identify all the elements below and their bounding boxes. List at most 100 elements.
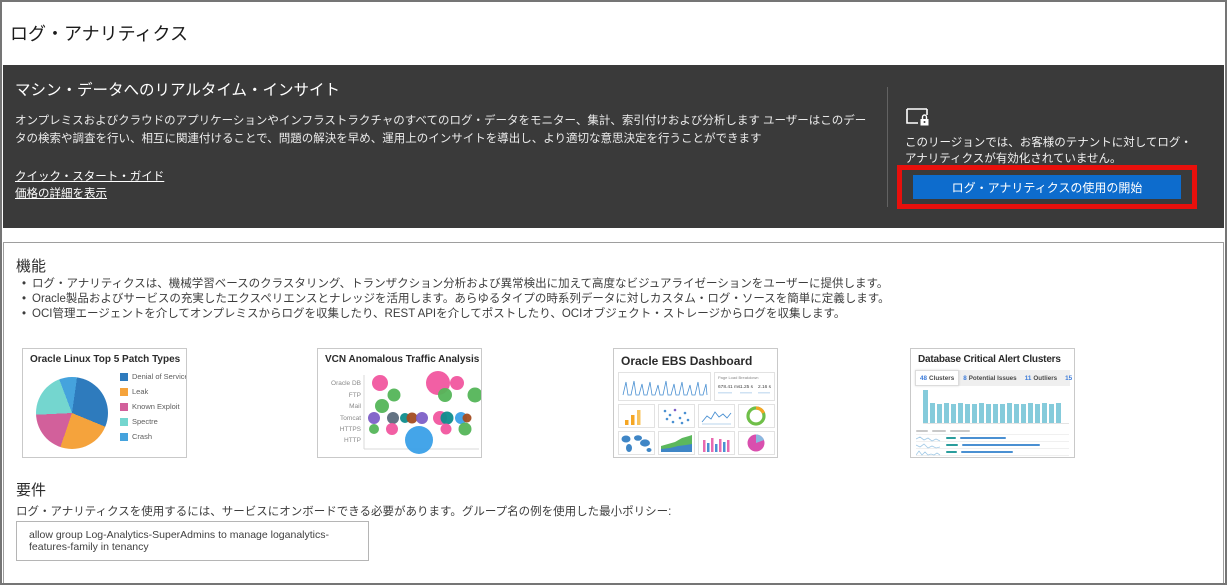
thumbnail-vcn-traffic: VCN Anomalous Traffic Analysis Oracle DB… [317,348,482,458]
cluster-bar [944,403,949,423]
traffic-bubble [368,412,380,424]
feature-bullet: Oracle製品およびサービスの充実したエクスペリエンスとナレッジを活用します。… [20,292,890,307]
cluster-bar [923,390,928,423]
traffic-bubble [386,423,398,435]
cluster-bar [930,403,935,423]
cluster-sparkline [916,449,942,456]
clusters-title: Database Critical Alert Clusters [918,354,1061,365]
traffic-bubble [388,389,401,402]
bubble-axis-label: FTP [349,392,361,399]
pricing-details-link[interactable]: 価格の詳細を表示 [15,187,107,202]
ebs-dashboard-title: Oracle EBS Dashboard [621,354,752,368]
stat-chip-outliers: 11Outliers [1021,370,1061,386]
cluster-bar [965,404,970,423]
cluster-sparkline [916,442,942,449]
cluster-bar [972,404,977,423]
pie-legend: Denial of Service Leak Known Exploit Spe… [120,372,187,447]
bubble-axis-label: Oracle DB [331,380,361,387]
cluster-bar [1028,403,1033,423]
legend-label: Crash [132,432,152,441]
content-panel: 機能 ログ・アナリティクスは、機械学習ベースのクラスタリング、トランザクション分… [3,242,1224,585]
bubble-axis-label: HTTP [344,437,361,444]
traffic-bubble [450,376,464,390]
traffic-bubble [441,424,452,435]
traffic-bubble [387,412,399,424]
cluster-bar [1000,404,1005,423]
thumbnail-ebs-dashboard: Oracle EBS Dashboard Page Load Breakdown… [613,348,778,458]
ebs-mosaic: Page Load Breakdown 678.41 ms 1.25 s 2.1… [618,372,775,456]
cluster-bar [937,404,942,423]
thumbnail-alert-clusters: Database Critical Alert Clusters 48Clust… [910,348,1075,458]
cluster-bar [1007,403,1012,423]
feature-list: ログ・アナリティクスは、機械学習ベースのクラスタリング、トランザクション分析およ… [20,277,890,322]
traffic-bubble [416,412,428,424]
ebs-stat-value: 678.41 ms [718,384,741,390]
legend-item: Known Exploit [120,402,187,411]
banner-heading: マシン・データへのリアルタイム・インサイト [15,78,867,100]
legend-label: Spectre [132,417,158,426]
clusters-bars [923,390,1069,424]
policy-box: allow group Log-Analytics-SuperAdmins to… [16,521,369,561]
cluster-bar [986,404,991,423]
cluster-bar [1049,404,1054,423]
stat-chip-trends: 15Trends [1061,370,1075,386]
page-title: ログ・アナリティクス [10,20,188,46]
traffic-bubble [407,413,418,424]
thumbnail-patch-types-pie: Oracle Linux Top 5 Patch Types Denial of… [22,348,187,458]
banner-divider [887,87,888,207]
stat-chip-clusters: 48Clusters [915,370,959,386]
cluster-bar [1021,404,1026,423]
legend-swatch [120,433,128,441]
bubble-plot: Oracle DB FTP Mail Tomcat HTTPS HTTP [318,349,481,457]
feature-bullet: OCI管理エージェントを介してオンプレミスからログを収集したり、REST API… [20,307,890,322]
traffic-bubble [438,388,452,402]
traffic-bubble [468,388,482,403]
banner-left: マシン・データへのリアルタイム・インサイト オンプレミスおよびクラウドのアプリケ… [15,78,867,204]
bubble-axis-label: Tomcat [340,415,361,422]
traffic-bubble [372,375,388,391]
cluster-bar [951,404,956,423]
stat-chip-potential-issues: 8Potential Issues [959,370,1020,386]
banner-links: クイック・スタート・ガイド 価格の詳細を表示 [15,170,867,202]
legend-label: Denial of Service [132,372,187,381]
cluster-bar [1042,403,1047,423]
requirements-heading: 要件 [16,479,46,500]
legend-label: Leak [132,387,148,396]
bubble-axis-label: Mail [349,403,361,410]
feature-bullet: ログ・アナリティクスは、機械学習ベースのクラスタリング、トランザクション分析およ… [20,277,890,292]
log-analytics-page: ログ・アナリティクス マシン・データへのリアルタイム・インサイト オンプレミスお… [0,0,1227,585]
intro-banner: マシン・データへのリアルタイム・インサイト オンプレミスおよびクラウドのアプリケ… [3,65,1224,228]
legend-swatch [120,403,128,411]
start-log-analytics-button[interactable]: ログ・アナリティクスの使用の開始 [913,175,1181,199]
legend-label: Known Exploit [132,402,180,411]
clusters-table-row [916,456,1069,458]
traffic-bubble [463,414,472,423]
highlight-annotation: ログ・アナリティクスの使用の開始 [897,165,1197,209]
cluster-bar [1035,404,1040,423]
legend-swatch [120,388,128,396]
pie-chart-title: Oracle Linux Top 5 Patch Types [30,354,180,365]
cluster-bar [958,403,963,423]
banner-description: オンプレミスおよびクラウドのアプリケーションやインフラストラクチャのすべてのログ… [15,113,867,149]
cluster-sparkline [916,456,942,459]
traffic-bubble [441,412,454,425]
traffic-bubble [405,426,433,454]
legend-item: Leak [120,387,187,396]
region-status-text: このリージョンでは、お客様のテナントに対してログ・アナリティクスが有効化されてい… [905,135,1203,167]
cluster-bar [993,404,998,423]
ebs-stat-value: 2.16 s [758,384,772,390]
quick-start-guide-link[interactable]: クイック・スタート・ガイド [15,170,164,185]
legend-swatch [120,373,128,381]
legend-item: Denial of Service [120,372,187,381]
cluster-bar [1056,403,1061,423]
traffic-bubble [375,399,389,413]
clusters-stats: 48Clusters 8Potential Issues 11Outliers … [915,370,1070,386]
cluster-bar [979,403,984,423]
bubble-axis-label: HTTPS [340,426,362,433]
ebs-stat-value: 1.25 s [740,384,754,390]
traffic-bubble [369,424,379,434]
cluster-sparkline [916,435,942,442]
requirements-description: ログ・アナリティクスを使用するには、サービスにオンボードできる必要があります。グ… [16,503,671,519]
legend-swatch [120,418,128,426]
traffic-bubble [459,423,472,436]
